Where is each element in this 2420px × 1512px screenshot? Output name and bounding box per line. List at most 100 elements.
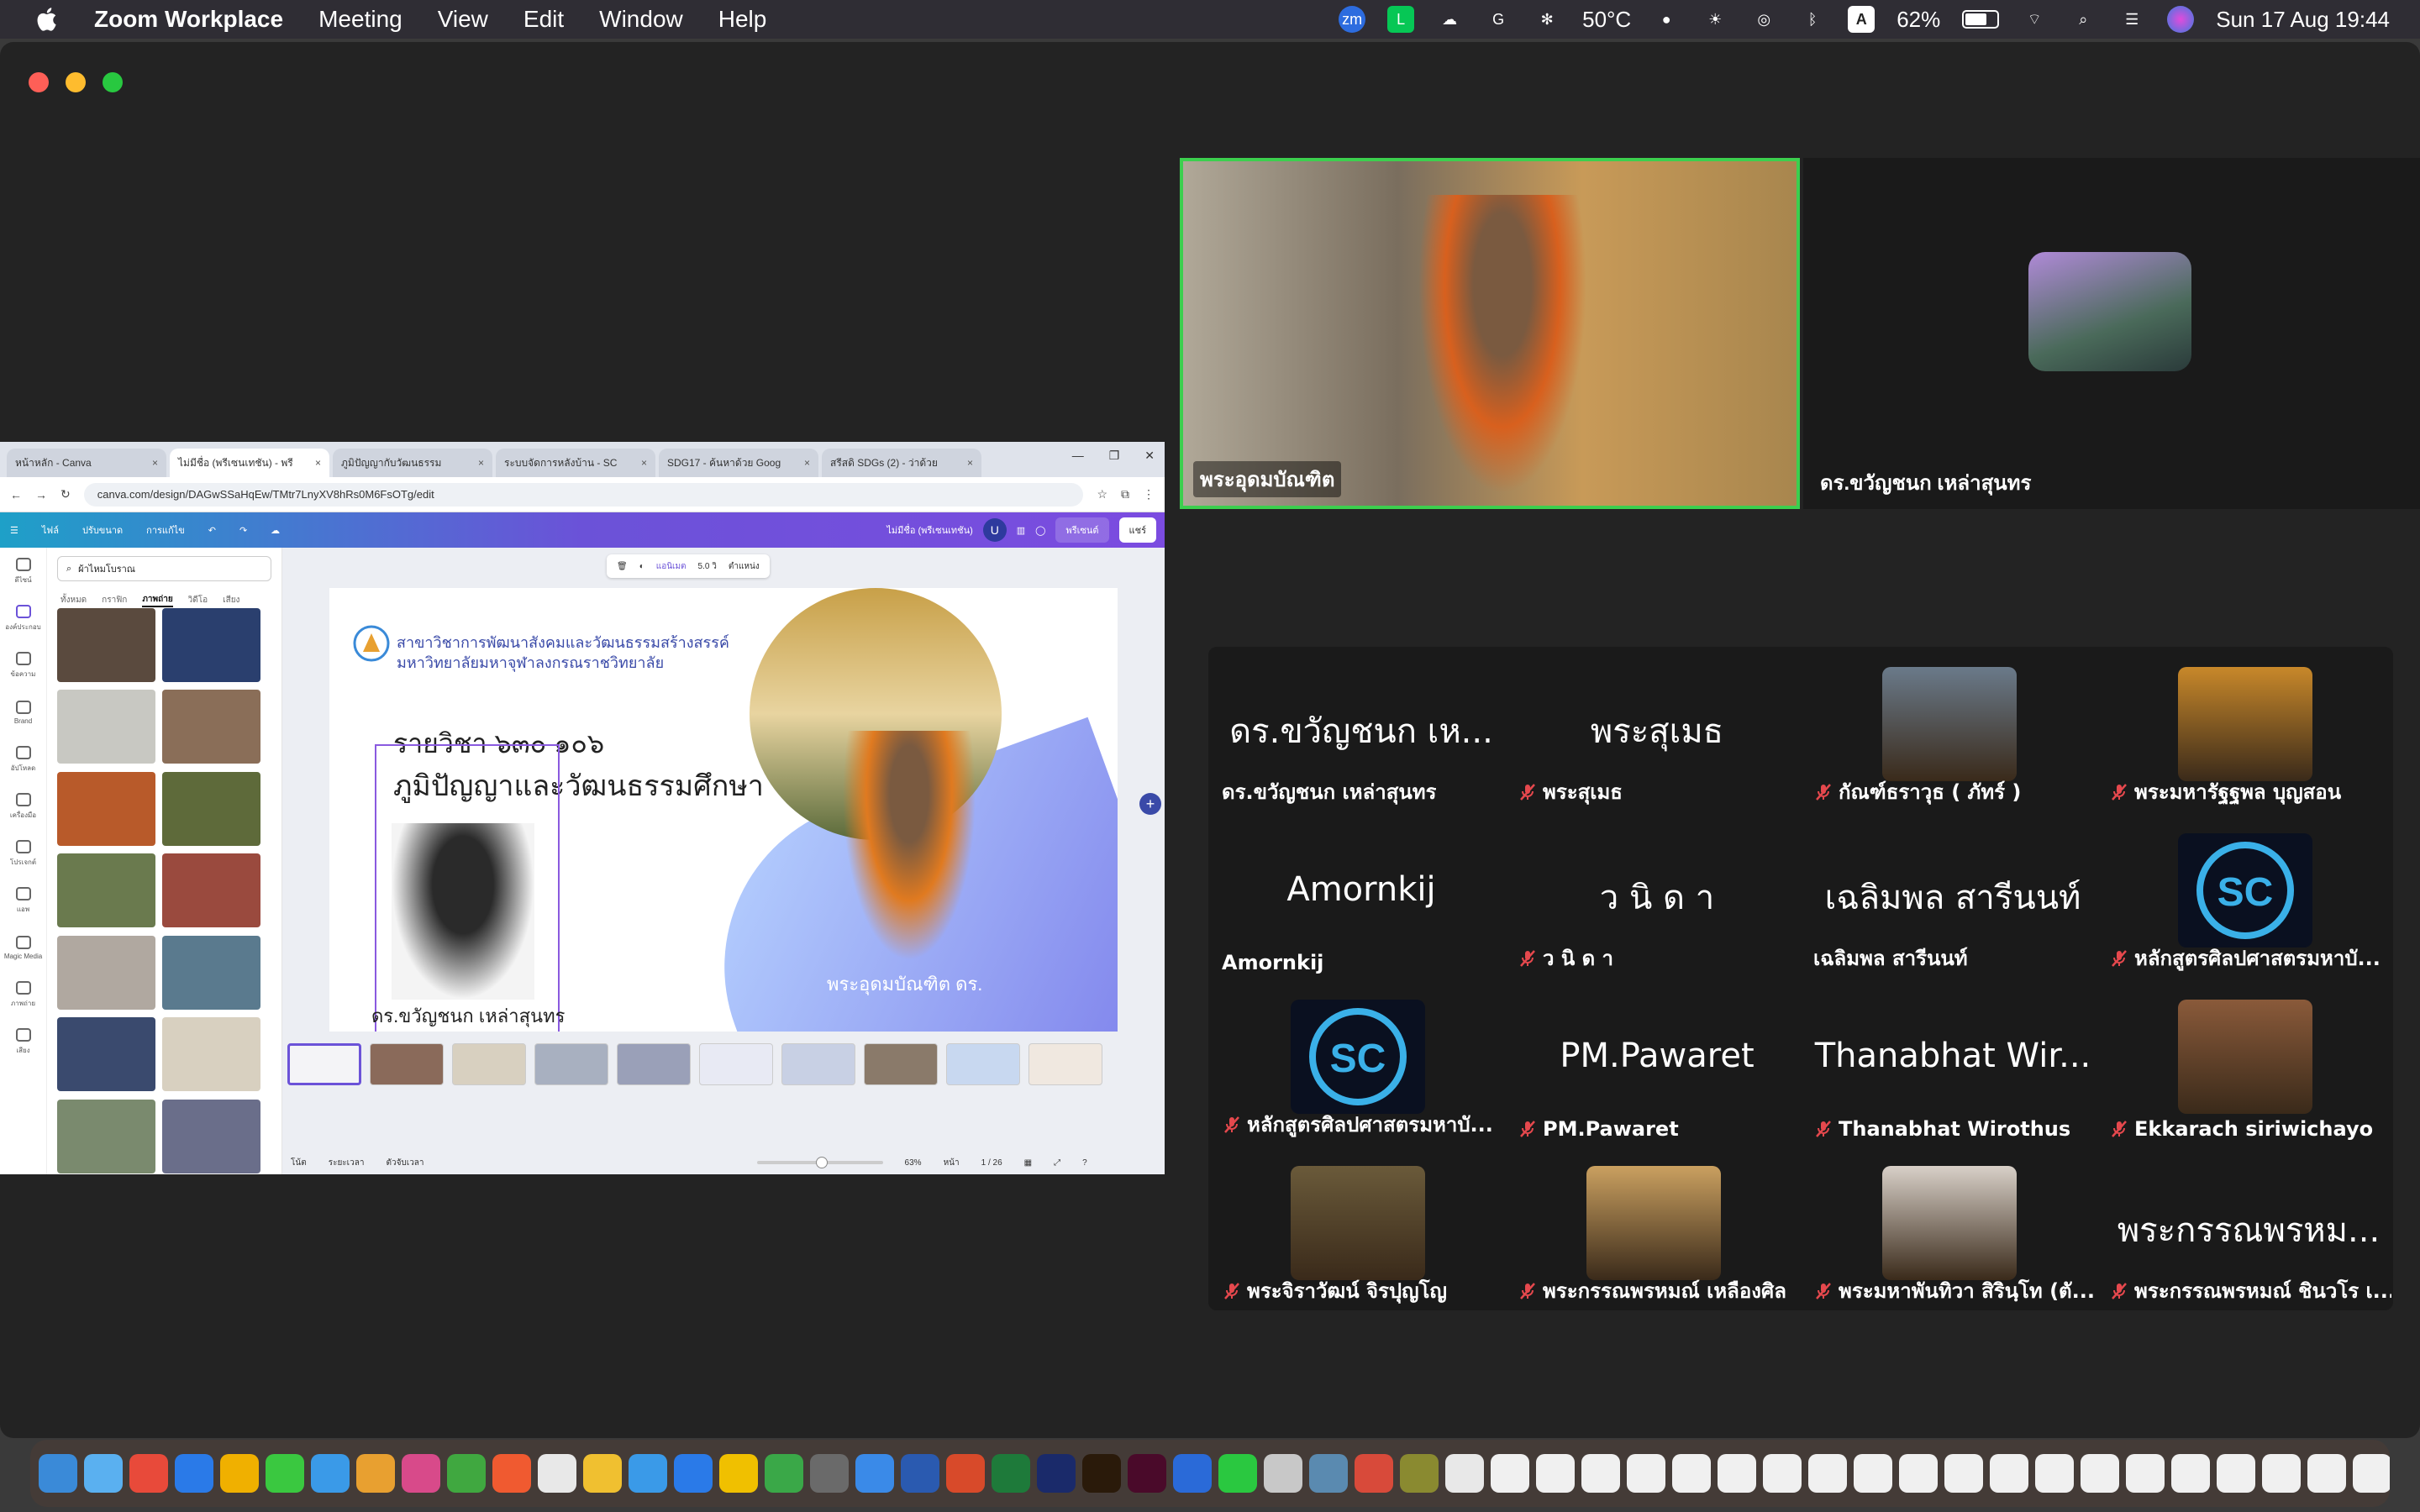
dock-app-icon[interactable] bbox=[2171, 1454, 2210, 1493]
photo-thumbnail[interactable] bbox=[162, 853, 260, 928]
clock[interactable]: Sun 17 Aug 19:44 bbox=[2216, 7, 2390, 33]
dock-app-icon[interactable] bbox=[84, 1454, 123, 1493]
photo-thumbnail[interactable] bbox=[162, 1017, 260, 1092]
page-thumbnail[interactable] bbox=[452, 1043, 526, 1085]
dock-app-icon[interactable] bbox=[266, 1454, 304, 1493]
dock-app-icon[interactable] bbox=[2307, 1454, 2346, 1493]
trash-icon[interactable]: 🗑 bbox=[617, 562, 628, 571]
page-thumbnail[interactable] bbox=[699, 1043, 773, 1085]
dock-app-icon[interactable] bbox=[719, 1454, 758, 1493]
photo-thumbnail[interactable] bbox=[162, 1099, 260, 1173]
gallery-tile[interactable]: พระกรรณพรหมณ์ เหลืองศิล bbox=[1509, 1151, 1805, 1317]
photo-thumbnail[interactable] bbox=[57, 1099, 155, 1173]
photo-thumbnail[interactable] bbox=[162, 690, 260, 764]
minimize-window-button[interactable] bbox=[66, 72, 86, 92]
dock-app-icon[interactable] bbox=[855, 1454, 894, 1493]
photo-thumbnail[interactable] bbox=[57, 935, 155, 1010]
panel-tab-all[interactable]: ทั้งหมด bbox=[60, 594, 87, 606]
page-thumbnail[interactable] bbox=[946, 1043, 1020, 1085]
user-icon[interactable]: ● bbox=[1653, 6, 1680, 33]
slide-canvas[interactable]: สาขาวิชาการพัฒนาสังคมและวัฒนธรรมสร้างสรร… bbox=[329, 588, 1118, 1032]
dock-app-icon[interactable] bbox=[765, 1454, 803, 1493]
comment-icon[interactable]: ◯ bbox=[1035, 525, 1045, 536]
control-center-icon[interactable]: ☰ bbox=[2118, 6, 2145, 33]
undo-icon[interactable]: ↶ bbox=[208, 525, 216, 536]
dock-app-icon[interactable] bbox=[447, 1454, 486, 1493]
panel-search-input[interactable]: ⌕ ผ้าไหมโบราณ bbox=[57, 556, 271, 581]
close-icon[interactable]: × bbox=[641, 457, 647, 469]
page-indicator[interactable]: 1 / 26 bbox=[981, 1158, 1002, 1168]
dock-app-icon[interactable] bbox=[1037, 1454, 1076, 1493]
dock-app-icon[interactable] bbox=[1445, 1454, 1484, 1493]
dock-app-icon[interactable] bbox=[810, 1454, 849, 1493]
dock-app-icon[interactable] bbox=[2081, 1454, 2119, 1493]
add-page-icon[interactable]: + bbox=[1139, 793, 1161, 815]
gallery-tile[interactable]: พระจิราวัฒน์ จิรปุญโญ bbox=[1213, 1151, 1509, 1317]
rail-brand[interactable]: Brand bbox=[0, 689, 46, 736]
dock-app-icon[interactable] bbox=[1854, 1454, 1892, 1493]
page-thumbnail[interactable] bbox=[617, 1043, 691, 1085]
dock-app-icon[interactable] bbox=[2217, 1454, 2255, 1493]
airdrop-icon[interactable]: ◎ bbox=[1750, 6, 1777, 33]
photo-thumbnail[interactable] bbox=[57, 608, 155, 682]
gallery-tile[interactable]: SC หลักสูตรศิลปศาสตรมหาบั... bbox=[1213, 984, 1509, 1151]
position-button[interactable]: ตำแหน่ง bbox=[729, 560, 760, 573]
page-thumbnail[interactable] bbox=[370, 1043, 444, 1085]
close-icon[interactable]: ✕ bbox=[1144, 449, 1155, 463]
battery-icon[interactable] bbox=[1962, 10, 2000, 29]
grid-view-icon[interactable]: ▦ bbox=[1024, 1158, 1032, 1168]
page-thumbnail[interactable] bbox=[287, 1043, 361, 1085]
back-icon[interactable]: ← bbox=[10, 488, 22, 501]
dock-app-icon[interactable] bbox=[39, 1454, 77, 1493]
dock-app-icon[interactable] bbox=[311, 1454, 350, 1493]
dock-app-icon[interactable] bbox=[1944, 1454, 1983, 1493]
gallery-tile[interactable]: พระกรรณพรหม... พระกรรณพรหมณ์ ชินวโร เ... bbox=[2101, 1151, 2396, 1317]
shared-screen[interactable]: หน้าหลัก - Canva × ไม่มีชื่อ (พรีเซนเทชัน… bbox=[0, 442, 1165, 1174]
menu-window[interactable]: Window bbox=[599, 6, 683, 33]
minimize-icon[interactable]: — bbox=[1072, 449, 1084, 463]
user-avatar[interactable]: U bbox=[982, 518, 1007, 542]
restore-icon[interactable]: ❐ bbox=[1109, 449, 1120, 463]
dock-app-icon[interactable] bbox=[946, 1454, 985, 1493]
dock-app-icon[interactable] bbox=[1808, 1454, 1847, 1493]
photo-thumbnail[interactable] bbox=[57, 1017, 155, 1092]
analytics-icon[interactable]: ▥ bbox=[1017, 525, 1025, 536]
canva-menu-file[interactable]: ไฟล์ bbox=[42, 522, 59, 538]
gallery-tile[interactable]: Ekkarach siriwichayo bbox=[2101, 984, 2396, 1151]
address-bar[interactable]: canva.com/design/DAGwSSaHqEw/TMtr7LnyXV8… bbox=[83, 482, 1084, 507]
siri-icon[interactable] bbox=[2167, 6, 2195, 33]
browser-tab-active[interactable]: ไม่มีชื่อ (พรีเซนเทชัน) - พรี × bbox=[170, 449, 329, 477]
gallery-tile[interactable]: พระมหารัฐฐพล บุญสอน bbox=[2101, 652, 2396, 818]
dock-app-icon[interactable] bbox=[674, 1454, 713, 1493]
browser-tab[interactable]: สรีสดิ SDGs (2) - ว่าด้วย × bbox=[822, 449, 981, 477]
photo-thumbnail[interactable] bbox=[162, 771, 260, 846]
redo-icon[interactable]: ↷ bbox=[239, 525, 247, 536]
bluetooth-icon[interactable]: ᛒ bbox=[1799, 6, 1826, 33]
dock-app-icon[interactable] bbox=[2353, 1454, 2390, 1493]
spotlight-search-icon[interactable]: ⌕ bbox=[2070, 6, 2096, 33]
duration-status-button[interactable]: ระยะเวลา bbox=[329, 1157, 365, 1169]
gallery-tile[interactable]: Thanabhat Wir... Thanabhat Wirothus bbox=[1805, 984, 2101, 1151]
gallery-tile[interactable]: พระมหาพันทิวา สิรินฺโท (ตั... bbox=[1805, 1151, 2101, 1317]
dock-app-icon[interactable] bbox=[1355, 1454, 1393, 1493]
dock-app-icon[interactable] bbox=[2126, 1454, 2165, 1493]
dock-app-icon[interactable] bbox=[402, 1454, 440, 1493]
animate-button[interactable]: แอนิเมต bbox=[656, 560, 687, 573]
dock-app-icon[interactable] bbox=[1128, 1454, 1166, 1493]
apple-icon[interactable] bbox=[34, 5, 62, 34]
close-icon[interactable]: × bbox=[152, 457, 158, 469]
dock-app-icon[interactable] bbox=[1082, 1454, 1121, 1493]
dock-app-icon[interactable] bbox=[1218, 1454, 1257, 1493]
page-thumbnail[interactable] bbox=[864, 1043, 938, 1085]
dock-app-icon[interactable] bbox=[2262, 1454, 2301, 1493]
gallery-tile[interactable]: พระสุเมธ พระสุเมธ bbox=[1509, 652, 1805, 818]
photo-thumbnail[interactable] bbox=[57, 690, 155, 764]
share-button[interactable]: แชร์ bbox=[1118, 517, 1156, 543]
temperature-readout[interactable]: 50°C bbox=[1582, 7, 1631, 33]
duration-button[interactable]: 5.0 วิ bbox=[698, 560, 717, 573]
gallery-tile[interactable]: Amornkij Amornkij bbox=[1213, 818, 1509, 984]
dock-app-icon[interactable] bbox=[356, 1454, 395, 1493]
dock-app-icon[interactable] bbox=[2035, 1454, 2074, 1493]
photo-thumbnail[interactable] bbox=[57, 771, 155, 846]
rail-audio[interactable]: เสียง bbox=[0, 1018, 46, 1065]
